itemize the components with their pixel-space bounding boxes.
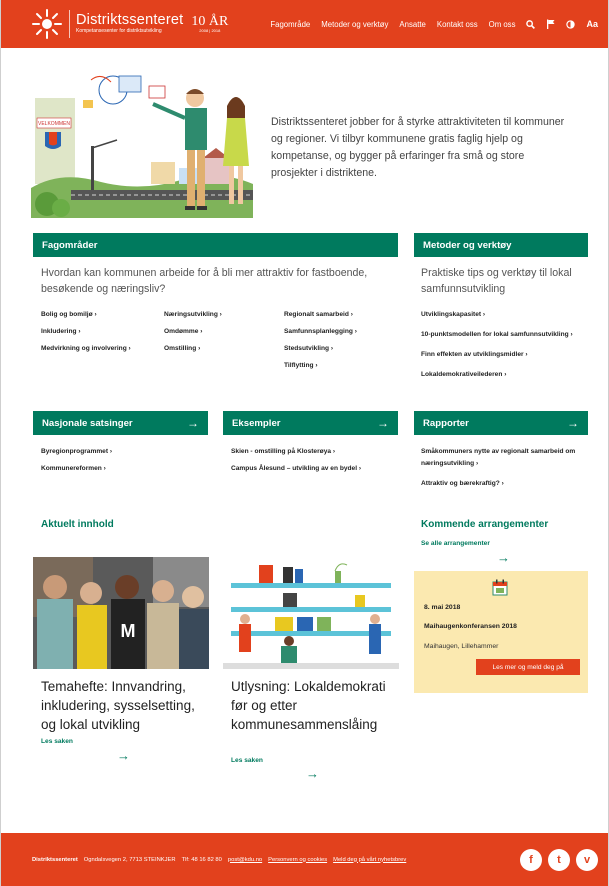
footer-newsletter-link[interactable]: Meld deg på vårt nyhetsbrev [333,857,406,863]
logo-subtitle: Kompetansesenter for distriktsutvikling [76,28,162,34]
contrast-icon[interactable] [566,19,576,29]
link-medvirkning[interactable]: Medvirkning og involvering › [41,345,131,352]
arrow-right-icon: → [377,416,389,430]
footer-name: Distriktssenteret [32,856,78,863]
article-title-2[interactable]: Utlysning: Lokaldemokrati før og etter k… [231,677,391,734]
event-card: 8. mai 2018 Maihaugenkonferansen 2018 Ma… [414,571,588,693]
rapporter-title: Rapporter [423,417,469,429]
hero-text: Distriktssenteret jobber for å styrke at… [271,116,565,179]
eksempler-title: Eksempler [232,417,281,429]
event-date: 8. mai 2018 [424,604,461,611]
search-icon[interactable] [526,19,536,29]
eksempler-heading[interactable]: Eksempler → [223,411,398,435]
logo-text: Distriktssenteret Kompetansesenter for d… [69,10,183,38]
fagomrader-heading[interactable]: Fagområder [33,233,398,257]
anniversary-years: 2008 | 2018 [199,28,221,33]
logo-title: Distriktssenteret [76,12,184,28]
link-kommunereformen[interactable]: Kommunereformen › [41,465,112,472]
hero-illustration: VELKOMMEN [31,70,253,218]
link-samfunnsplanlegging[interactable]: Samfunnsplanlegging › [284,328,357,335]
fagomrader-col1: Bolig og bomiljø › Inkludering › Medvirk… [41,311,131,362]
link-stedsutvikling[interactable]: Stedsutvikling › [284,345,357,352]
nav-kontakt[interactable]: Kontakt oss [437,20,478,29]
sun-logo-icon [32,9,62,39]
arrow-right-icon: → [567,416,579,430]
site-footer: Distriktssenteret Ogndalsvegen 2, 7713 S… [1,833,608,886]
link-attraktiv-baerekraftig[interactable]: Attraktiv og bærekraftig? › [421,478,586,490]
metoder-lead: Praktiske tips og verktøy til lokal samf… [421,267,572,295]
metoder-title: Metoder og verktøy [423,239,512,251]
event-signup-button[interactable]: Les mer og meld deg på [476,659,580,675]
nasjonale-title: Nasjonale satsinger [42,417,133,429]
footer-email-link[interactable]: post@kdu.no [228,857,262,863]
metoder-heading[interactable]: Metoder og verktøy [414,233,588,257]
link-bolig[interactable]: Bolig og bomiljø › [41,311,131,318]
arrow-right-icon[interactable]: → [497,550,510,565]
link-regionalt[interactable]: Regionalt samarbeid › [284,311,357,318]
anniversary-label: 10 ÅR [191,14,229,29]
logo[interactable]: Distriktssenteret Kompetansesenter for d… [31,0,228,48]
aktuelt-title: Aktuelt innhold [41,519,114,530]
link-utviklingskapasitet[interactable]: Utviklingskapasitet › [421,309,586,321]
read-more-link-1[interactable]: Les saken [41,738,73,745]
social-links: f t v [520,848,598,871]
anniversary-badge: 10 ÅR 2008 | 2018 [191,15,228,33]
read-more-link-2[interactable]: Les saken [231,757,263,764]
arrow-right-icon[interactable]: → [306,766,319,781]
nav-ansatte[interactable]: Ansatte [399,20,425,29]
footer-address: Ogndalsvegen 2, 7713 STEINKJER [83,856,176,863]
fagomrader-lead: Hvordan kan kommunen arbeide for å bli m… [41,267,368,295]
calendar-icon [492,579,508,596]
footer-privacy-link[interactable]: Personvern og cookies [268,857,327,863]
rapporter-links: Småkommuners nytte av regionalt samarbei… [421,446,586,498]
fagomrader-col2: Næringsutvikling › Omdømme › Omstilling … [164,311,222,362]
font-size-icon[interactable]: Aa [586,19,598,29]
arrow-right-icon: → [187,416,199,430]
article-title-1[interactable]: Temahefte: Innvandring, inkludering, sys… [41,677,211,734]
nasjonale-links: Byregionprogrammet › Kommunereformen › [41,448,112,482]
link-skien[interactable]: Skien - omstilling på Klosterøya › [231,448,361,455]
link-inkludering[interactable]: Inkludering › [41,328,131,335]
event-name[interactable]: Maihaugenkonferansen 2018 [424,623,517,630]
flag-icon[interactable] [546,19,555,29]
link-10-punktsmodellen[interactable]: 10-punktsmodellen for lokal samfunnsutvi… [421,329,586,341]
eksempler-links: Skien - omstilling på Klosterøya › Campu… [231,448,361,482]
link-lokaldemokrativeilederen[interactable]: Lokaldemokrativeilederen › [421,369,586,381]
link-omdomme[interactable]: Omdømme › [164,328,222,335]
site-header: Distriktssenteret Kompetansesenter for d… [1,0,608,48]
svg-text:M: M [121,621,136,641]
link-naeringsutvikling[interactable]: Næringsutvikling › [164,311,222,318]
facebook-icon[interactable]: f [520,848,542,871]
arrow-right-icon[interactable]: → [117,748,130,763]
twitter-icon[interactable]: t [548,848,570,871]
link-tilflytting[interactable]: Tilflytting › [284,362,357,369]
hero-sign-text: VELKOMMEN [38,121,70,127]
nav-om-oss[interactable]: Om oss [489,20,516,29]
article-illustration-shelves[interactable] [223,557,399,669]
nasjonale-heading[interactable]: Nasjonale satsinger → [33,411,208,435]
fagomrader-title: Fagområder [42,239,98,251]
see-all-events-link[interactable]: Se alle arrangementer [421,540,490,547]
arrangementer-title: Kommende arrangementer [421,519,549,530]
fagomrader-col3: Regionalt samarbeid › Samfunnsplanleggin… [284,311,357,379]
link-finn-effekten[interactable]: Finn effekten av utviklingsmidler › [421,349,586,361]
nav-fagomrade[interactable]: Fagområde [270,20,310,29]
main-nav: Fagområde Metoder og verktøy Ansatte Kon… [270,19,598,29]
page: Distriktssenteret Kompetansesenter for d… [0,0,609,886]
link-byregionprogrammet[interactable]: Byregionprogrammet › [41,448,112,455]
event-place: Maihaugen, Lillehammer [424,643,499,650]
link-campus-alesund[interactable]: Campus Ålesund – utvikling av en bydel › [231,465,361,472]
link-omstilling[interactable]: Omstilling › [164,345,222,352]
footer-phone: Tlf: 48 16 82 80 [181,856,222,863]
article-photo-group[interactable]: M [33,557,209,669]
metoder-links: Utviklingskapasitet › 10-punktsmodellen … [421,309,586,389]
vimeo-icon[interactable]: v [576,848,598,871]
rapporter-heading[interactable]: Rapporter → [414,411,588,435]
link-smakommuners-nytte[interactable]: Småkommuners nytte av regionalt samarbei… [421,446,586,470]
nav-metoder[interactable]: Metoder og verktøy [321,20,388,29]
